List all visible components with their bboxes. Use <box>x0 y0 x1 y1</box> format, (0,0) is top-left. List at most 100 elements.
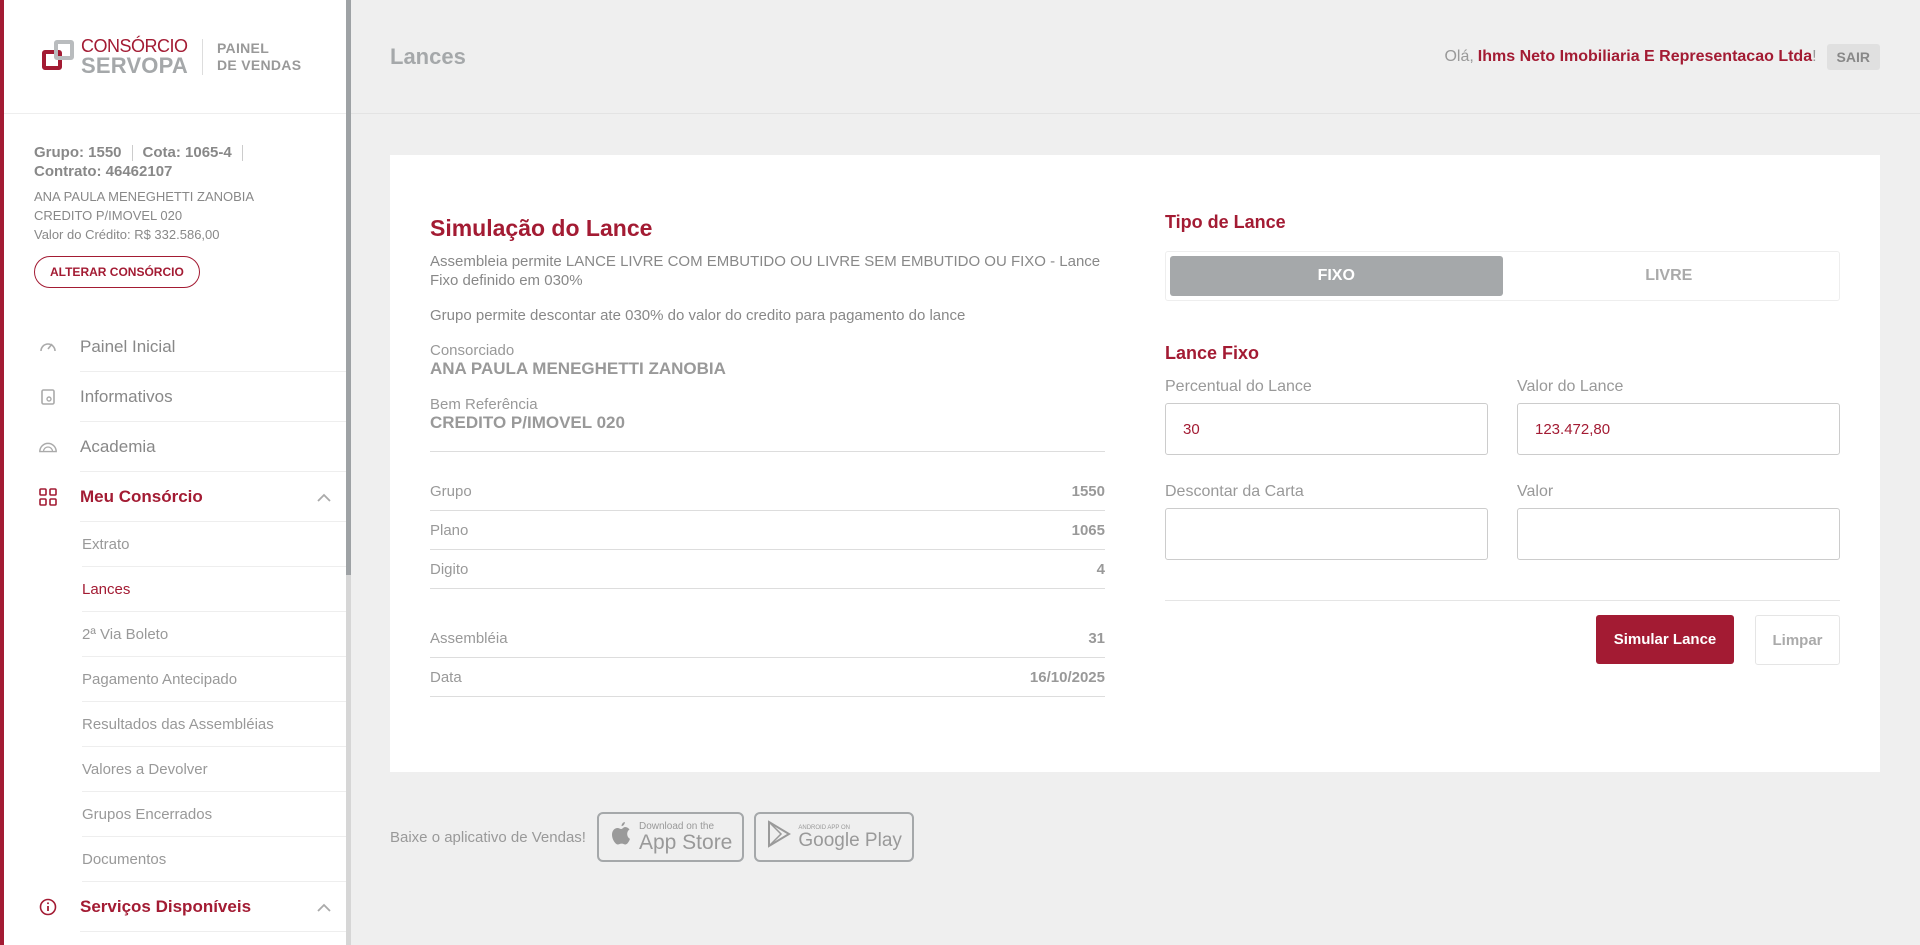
sidebar-item-informativos[interactable]: Informativos <box>41 372 346 422</box>
sidebar-nav: Painel Inicial Informativos Academia Meu… <box>4 322 346 932</box>
bid-fields: Percentual do Lance Valor do Lance Desco… <box>1165 378 1840 588</box>
chevron-up-icon[interactable] <box>316 900 332 916</box>
consorciado-value: ANA PAULA MENEGHETTI ZANOBIA <box>430 359 726 378</box>
assembly-rules-text: Assembleia permite LANCE LIVRE COM EMBUT… <box>430 253 1101 289</box>
logo-line1: CONSÓRCIO <box>81 35 188 56</box>
greeting-text: Olá, <box>1444 47 1474 65</box>
fixed-bid-title: Lance Fixo <box>1165 343 1260 363</box>
row-value: 1550 <box>1071 482 1105 500</box>
sidebar-subitem-lances[interactable]: Lances <box>82 567 346 612</box>
user-greeting: Olá, Ihms Neto Imobiliaria E Representac… <box>1444 43 1880 70</box>
table-row: Digito 4 <box>430 550 1105 589</box>
simulation-title: Simulação do Lance <box>430 215 653 241</box>
group-number: Grupo: 1550 <box>34 144 122 161</box>
percent-input[interactable] <box>1165 403 1488 455</box>
sidebar-item-painel-inicial[interactable]: Painel Inicial <box>40 322 346 372</box>
table-row: Plano 1065 <box>430 511 1105 550</box>
valor-label: Valor <box>1517 483 1554 500</box>
info-icon <box>38 897 58 917</box>
logo-line2: SERVOPA <box>81 52 188 78</box>
row-label: Digito <box>430 560 469 578</box>
simulation-summary: Simulação do Lance Assembleia permite LA… <box>430 215 1105 697</box>
sidebar-item-academia[interactable]: Academia <box>39 422 346 472</box>
sidebar-subitem-2via-boleto[interactable]: 2ª Via Boleto <box>82 612 346 657</box>
bid-form: Tipo de Lance FIXO LIVRE Lance Fixo Perc… <box>1165 212 1840 665</box>
tab-livre[interactable]: LIVRE <box>1503 256 1836 296</box>
academy-icon <box>38 437 58 457</box>
row-label: Plano <box>430 521 469 539</box>
form-actions: Simular Lance Limpar <box>1165 615 1840 665</box>
change-consortium-button[interactable]: ALTERAR CONSÓRCIO <box>34 256 200 289</box>
sidebar-subitem-grupos-encerrados[interactable]: Grupos Encerrados <box>82 792 346 837</box>
bid-type-tabs: FIXO LIVRE <box>1165 251 1840 301</box>
divider <box>1165 600 1840 601</box>
clear-button[interactable]: Limpar <box>1755 615 1840 665</box>
servopa-logo-icon <box>42 39 76 74</box>
bid-value-input[interactable] <box>1517 403 1840 455</box>
google-play-badge[interactable]: ANDROID APP ON Google Play <box>754 812 914 862</box>
logo[interactable]: CONSÓRCIO SERVOPA PAINEL DE VENDAS <box>4 0 346 114</box>
row-value: 31 <box>1088 629 1105 647</box>
panel-label-line2: DE VENDAS <box>216 56 302 73</box>
bid-type-title: Tipo de Lance <box>1165 212 1286 232</box>
greeting-exclaim: ! <box>1812 47 1817 65</box>
app-store-badge[interactable]: Download on the App Store <box>596 812 745 862</box>
tab-fixo[interactable]: FIXO <box>1170 256 1503 296</box>
user-name: Ihms Neto Imobiliaria E Representacao Lt… <box>1477 47 1813 65</box>
valor-input[interactable] <box>1517 508 1840 560</box>
discount-input[interactable] <box>1165 508 1488 560</box>
app-store-text: App Store <box>638 830 733 854</box>
table-row: Grupo 1550 <box>430 472 1105 511</box>
bem-label: Bem Referência <box>430 396 538 413</box>
percent-label: Percentual do Lance <box>1165 378 1312 395</box>
row-value: 16/10/2025 <box>1029 668 1105 686</box>
row-label: Grupo <box>430 482 472 500</box>
sidebar-scrollbar[interactable] <box>346 0 351 945</box>
account-info: Grupo: 1550 Cota: 1065-4 Contrato: 464621… <box>4 114 346 289</box>
divider <box>430 451 1105 452</box>
apple-icon <box>609 820 633 855</box>
sidebar-subitem-resultados-assembleias[interactable]: Resultados das Assembléias <box>82 702 346 747</box>
download-app-text: Baixe o aplicativo de Vendas! <box>390 828 586 846</box>
divider <box>131 145 133 162</box>
sidebar-item-label: Painel Inicial <box>80 336 176 356</box>
speedometer-icon <box>38 337 58 357</box>
app-download-footer: Baixe o aplicativo de Vendas! Download o… <box>390 812 924 862</box>
sidebar-item-label: Academia <box>80 436 156 456</box>
table-row: Assembléia 31 <box>430 619 1105 658</box>
contract-number: Contrato: 46462107 <box>34 163 173 181</box>
logout-button[interactable]: SAIR <box>1826 43 1880 70</box>
row-label: Assembléia <box>430 629 508 647</box>
page-title: Lances <box>390 43 466 69</box>
bem-value: CREDITO P/IMOVEL 020 <box>430 413 625 432</box>
row-value: 1065 <box>1071 521 1105 539</box>
google-play-text: Google Play <box>798 829 902 851</box>
assembly-details-table: Assembléia 31 Data 16/10/2025 <box>430 619 1105 697</box>
sidebar-subitem-valores-devolver[interactable]: Valores a Devolver <box>82 747 346 792</box>
quota-number: Cota: 1065-4 <box>142 144 232 161</box>
discount-label: Descontar da Carta <box>1165 483 1304 500</box>
sidebar: CONSÓRCIO SERVOPA PAINEL DE VENDAS Grupo… <box>4 0 346 945</box>
sidebar-item-label: Serviços Disponíveis <box>80 896 252 916</box>
chevron-up-icon[interactable] <box>316 490 332 506</box>
row-value: 4 <box>1096 560 1105 578</box>
sidebar-item-meu-consorcio[interactable]: Meu Consórcio <box>39 472 346 522</box>
sidebar-item-label: Meu Consórcio <box>80 486 203 506</box>
top-bar: Lances Olá, Ihms Neto Imobiliaria E Repr… <box>351 0 1920 114</box>
logo-divider <box>201 38 203 75</box>
group-discount-text: Grupo permite descontar ate 030% do valo… <box>430 307 966 324</box>
app-store-small-text: Download on the <box>638 820 715 832</box>
panel-label-line1: PAINEL <box>216 39 270 56</box>
simulate-bid-button[interactable]: Simular Lance <box>1596 615 1734 664</box>
simulation-card: Simulação do Lance Assembleia permite LA… <box>390 155 1880 772</box>
sidebar-item-servicos-disponiveis[interactable]: Serviços Disponíveis <box>39 882 346 932</box>
bid-value-label: Valor do Lance <box>1517 378 1624 395</box>
sidebar-item-label: Informativos <box>80 386 173 406</box>
quota-details-table: Grupo 1550 Plano 1065 Digito 4 <box>430 472 1105 589</box>
sidebar-subitem-documentos[interactable]: Documentos <box>82 837 346 882</box>
credit-value: Valor do Crédito: R$ 332.586,00 <box>34 227 220 243</box>
divider <box>241 145 243 162</box>
sidebar-subitem-pagamento-antecipado[interactable]: Pagamento Antecipado <box>82 657 346 702</box>
sidebar-subitem-extrato[interactable]: Extrato <box>82 522 346 567</box>
row-label: Data <box>430 668 462 686</box>
